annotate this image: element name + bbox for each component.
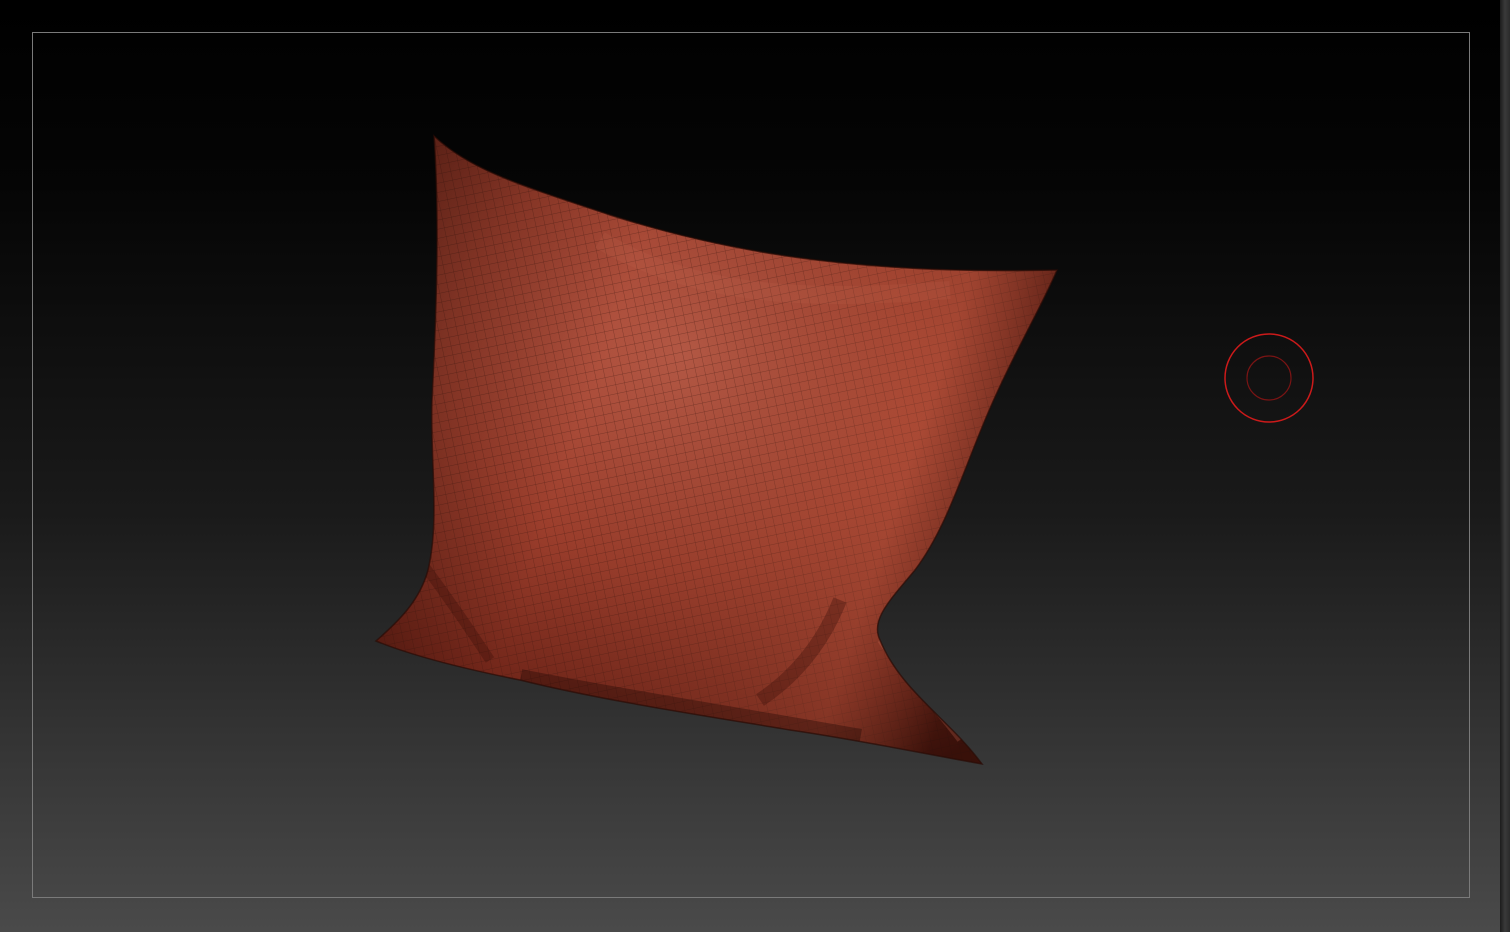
right-panel-edge (1500, 0, 1510, 932)
canvas-frame (32, 32, 1470, 898)
canvas-viewport[interactable] (0, 0, 1500, 932)
